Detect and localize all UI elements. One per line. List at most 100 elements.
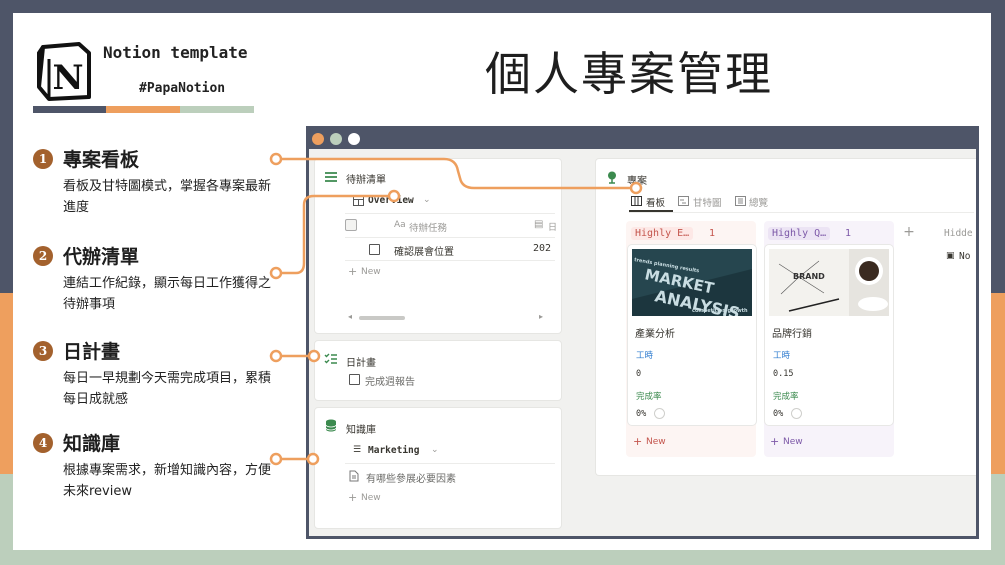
add-group-button[interactable]: + — [899, 223, 919, 241]
brand-stripe-sage — [180, 106, 254, 113]
progress-ring-icon — [654, 408, 665, 419]
list-view-icon: ☰ — [353, 445, 362, 455]
group-count: 1 — [845, 228, 852, 239]
card-cover-image: BRAND — [769, 249, 889, 316]
column-new-button[interactable]: New — [646, 437, 666, 447]
feature-title: 日計畫 — [63, 341, 121, 363]
horizontal-scrollbar-thumb[interactable] — [359, 316, 405, 320]
select-all-checkbox[interactable] — [345, 219, 357, 231]
divider — [345, 463, 555, 464]
timeline-view-icon — [678, 196, 689, 206]
feature-description: 看板及甘特圖模式，掌握各專案最新進度 — [63, 179, 272, 215]
page-title: 個人專案管理 — [485, 47, 773, 101]
window-dot-white[interactable] — [348, 133, 360, 145]
feature-description: 每日一早規劃今天需完成項目，累積每日成就感 — [63, 371, 272, 407]
hidden-groups-label[interactable]: Hidde — [944, 228, 973, 239]
daily-plan-panel: 日計畫 完成週報告 — [314, 340, 562, 401]
column-header-task[interactable]: 待辦任務 — [409, 220, 447, 234]
feature-number-badge: 2 — [33, 246, 53, 266]
kb-view-selector[interactable]: Marketing — [368, 445, 419, 456]
column-header-date[interactable]: 日 — [548, 220, 557, 233]
todo-panel-title: 待辦清單 — [346, 175, 386, 186]
inbox-icon: ▣ — [946, 251, 955, 261]
project-panel-title: 專案 — [627, 176, 647, 187]
plus-icon[interactable]: + — [348, 491, 357, 504]
scroll-right-icon[interactable]: ▸ — [539, 312, 543, 321]
knowledge-base-panel: 知識庫 ☰ Marketing ⌄ 有哪些參展必要因素 + New — [314, 407, 562, 529]
plus-icon[interactable]: + — [633, 435, 642, 448]
view-selector[interactable]: Overview — [368, 195, 414, 206]
svg-text:competition growth: competition growth — [692, 308, 748, 314]
table-view-icon — [353, 196, 364, 206]
knowledge-base-title: 知識庫 — [346, 425, 376, 436]
prop-value-hours: 0.15 — [773, 369, 794, 379]
app-window: 待辦清單 Overview ⌄ Aa 待辦任務 ▤ 日 確認展會位置 202 +… — [306, 126, 979, 539]
feature-description: 根據專案需求，新增知識內容，方便未來review — [63, 463, 272, 499]
group-count: 1 — [709, 228, 716, 239]
brand-stripe-navy — [33, 106, 106, 113]
feature-title: 代辦清單 — [63, 246, 140, 268]
todo-new-button[interactable]: New — [361, 267, 381, 277]
prop-value-completion: 0% — [773, 409, 784, 419]
plus-icon[interactable]: + — [348, 265, 357, 278]
progress-ring-icon — [791, 408, 802, 419]
window-dot-orange[interactable] — [312, 133, 324, 145]
notion-workspace: 待辦清單 Overview ⌄ Aa 待辦任務 ▤ 日 確認展會位置 202 +… — [309, 149, 976, 536]
kanban-card[interactable]: BRAND 品牌行銷 工時 0.15 完成率 0% — [765, 245, 893, 425]
group-tag[interactable]: Highly Q… — [768, 227, 831, 240]
list-icon — [325, 172, 337, 182]
feature-number-badge: 1 — [33, 149, 53, 169]
feature-number-badge: 4 — [33, 433, 53, 453]
brand-stripe-orange — [106, 106, 180, 113]
column-new-button[interactable]: New — [783, 437, 803, 447]
chevron-down-icon[interactable]: ⌄ — [423, 195, 431, 205]
column-type-prefix: Aa — [394, 220, 406, 230]
brand-title: Notion template — [103, 43, 248, 62]
kb-item[interactable]: 有哪些參展必要因素 — [366, 470, 456, 485]
todo-row-task[interactable]: 確認展會位置 — [394, 243, 454, 258]
notion-logo: N — [35, 41, 101, 113]
prop-value-hours: 0 — [636, 369, 642, 379]
prop-label-hours: 工時 — [773, 351, 791, 361]
todo-panel: 待辦清單 Overview ⌄ Aa 待辦任務 ▤ 日 確認展會位置 202 +… — [314, 158, 562, 334]
feature-description: 連結工作紀錄，顯示每日工作獲得之待辦事項 — [63, 276, 272, 312]
hidden-group-item[interactable]: No — [959, 251, 970, 262]
scroll-left-icon[interactable]: ◂ — [348, 312, 352, 321]
page-icon — [349, 470, 359, 482]
card-title[interactable]: 產業分析 — [635, 325, 675, 340]
card-title[interactable]: 品牌行銷 — [772, 325, 812, 340]
daily-plan-item[interactable]: 完成週報告 — [365, 373, 415, 388]
cover-word: BRAND — [793, 272, 825, 281]
prop-value-completion: 0% — [636, 409, 647, 419]
overview-view-icon — [735, 196, 746, 206]
project-icon — [608, 171, 616, 184]
divider — [345, 213, 555, 214]
checklist-icon — [324, 353, 337, 364]
plus-icon[interactable]: + — [770, 435, 779, 448]
tab-overview[interactable]: 總覽 — [749, 195, 768, 209]
kb-new-button[interactable]: New — [361, 493, 381, 503]
todo-checkbox[interactable] — [369, 244, 380, 255]
feature-number-badge: 3 — [33, 341, 53, 361]
card-cover-image: trends planning results MARKET ANALYSIS … — [632, 249, 752, 316]
feature-title: 知識庫 — [63, 433, 121, 455]
brand-hashtag: #PapaNotion — [139, 81, 226, 96]
database-icon — [325, 419, 337, 432]
divider — [345, 260, 555, 261]
daily-plan-checkbox[interactable] — [349, 374, 360, 385]
chevron-down-icon[interactable]: ⌄ — [431, 445, 439, 455]
calendar-icon: ▤ — [534, 219, 544, 230]
prop-label-hours: 工時 — [636, 351, 654, 361]
prop-label-completion: 完成率 — [773, 392, 799, 402]
feature-title: 專案看板 — [63, 149, 140, 171]
daily-plan-title: 日計畫 — [346, 358, 376, 369]
project-board-panel: 專案 看板 甘特圖 總覽 Highly E… 1 trends planning… — [595, 158, 976, 476]
group-tag[interactable]: Highly E… — [631, 227, 694, 240]
tab-board[interactable]: 看板 — [646, 195, 665, 209]
divider — [629, 212, 974, 213]
kanban-card[interactable]: trends planning results MARKET ANALYSIS … — [628, 245, 756, 425]
board-view-icon — [631, 196, 642, 206]
window-dot-sage[interactable] — [330, 133, 342, 145]
todo-row-date: 202 — [533, 243, 552, 254]
tab-gantt[interactable]: 甘特圖 — [693, 195, 722, 209]
